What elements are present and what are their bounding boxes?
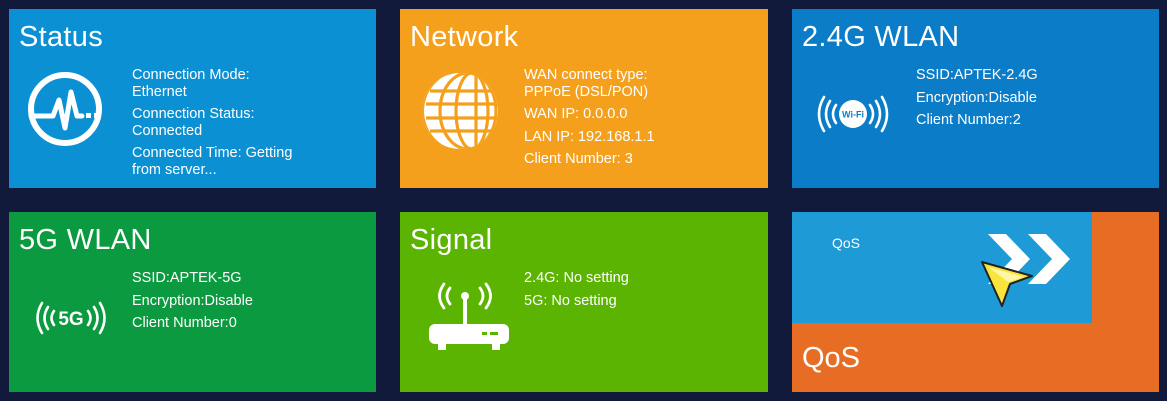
wlan-24g-tile[interactable]: 2.4G WLAN Wi-Fi SSID:APTEK-2.4G Encrypti… <box>792 9 1159 188</box>
signal-line: 5G: No setting <box>524 292 617 309</box>
cursor-icon <box>981 261 1033 307</box>
status-line: Connected <box>132 122 203 139</box>
wlan-5g-line: SSID:APTEK-5G <box>132 270 242 286</box>
wlan-24g-line: Client Number:2 <box>916 112 1021 128</box>
signal-line: 2.4G: No setting <box>524 270 629 286</box>
status-line: Ethernet <box>132 83 187 100</box>
network-line: Client Number: 3 <box>524 151 633 167</box>
wlan-5g-line: Encryption:Disable <box>132 292 253 309</box>
wifi-icon-label: Wi-Fi <box>842 110 864 120</box>
qos-tile[interactable]: QoS QoS <box>792 212 1159 392</box>
network-title: Network <box>410 21 519 53</box>
status-line: from server... <box>132 161 217 178</box>
globe-icon <box>421 73 498 149</box>
5g-icon-label: 5G <box>58 309 83 330</box>
wifi-signal-icon: Wi-Fi <box>817 95 889 133</box>
network-line: LAN IP: 192.168.1.1 <box>524 128 655 145</box>
network-line: PPPoE (DSL/PON) <box>524 83 649 100</box>
heartbeat-icon <box>28 72 102 146</box>
qos-title: QoS <box>802 342 861 374</box>
signal-tile[interactable]: Signal 2.4G: No setting 5G: No setting <box>400 212 768 392</box>
wlan-24g-title: 2.4G WLAN <box>802 21 960 53</box>
status-tile[interactable]: Status Connection Mode: Ethernet Connect… <box>9 9 376 188</box>
wlan-24g-line: SSID:APTEK-2.4G <box>916 67 1038 83</box>
signal-title: Signal <box>410 224 493 256</box>
network-line: WAN connect type: <box>524 67 648 83</box>
status-line: Connected Time: Getting <box>132 145 293 161</box>
qos-panel: QoS <box>792 212 1092 323</box>
wlan-5g-tile[interactable]: 5G WLAN 5G SSID:APTEK-5G Encryption:Disa… <box>9 212 376 392</box>
qos-panel-label: QoS <box>832 235 861 251</box>
network-tile[interactable]: Network WAN connect type: PPPoE (DSL/PON… <box>400 9 768 188</box>
status-line: Connection Mode: <box>132 67 250 83</box>
wlan-5g-title: 5G WLAN <box>19 224 152 256</box>
wlan-24g-line: Encryption:Disable <box>916 89 1037 106</box>
status-line: Connection Status: <box>132 106 255 122</box>
network-line: WAN IP: 0.0.0.0 <box>524 106 628 122</box>
status-title: Status <box>19 21 104 53</box>
wlan-5g-line: Client Number:0 <box>132 315 237 331</box>
5g-signal-icon: 5G <box>36 301 106 335</box>
router-icon <box>429 282 509 350</box>
